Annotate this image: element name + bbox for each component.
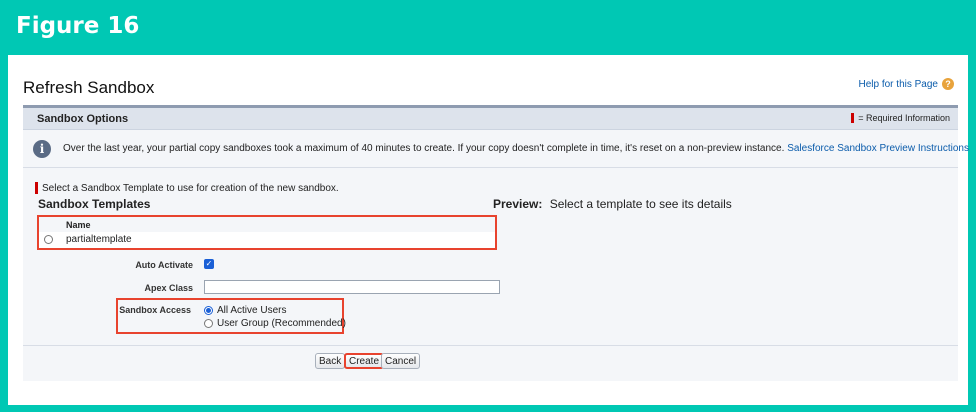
page-title: Refresh Sandbox: [23, 78, 155, 97]
template-instruction: Select a Sandbox Template to use for cre…: [35, 182, 339, 194]
section-header: Sandbox Options = Required Information: [23, 108, 958, 130]
preview: Preview: Select a template to see its de…: [493, 197, 732, 211]
required-marker-icon: [35, 182, 38, 194]
column-header-name: Name: [39, 217, 495, 232]
sandbox-panel: Refresh Sandbox Help for this Page ? San…: [8, 55, 969, 405]
preview-text: Select a template to see its details: [549, 197, 732, 211]
form-body: Select a Sandbox Template to use for cre…: [23, 168, 958, 381]
radio-selected-icon[interactable]: [204, 306, 213, 315]
access-option-all-users[interactable]: All Active Users: [204, 305, 286, 316]
figure-title: Figure 16: [16, 13, 140, 39]
preview-instructions-link[interactable]: Salesforce Sandbox Preview Instructions: [787, 143, 969, 154]
question-icon: ?: [942, 78, 954, 90]
template-name: partialtemplate: [66, 234, 132, 245]
info-message: Over the last year, your partial copy sa…: [63, 143, 785, 154]
info-icon: i: [33, 140, 51, 158]
radio-icon[interactable]: [204, 319, 213, 328]
section-title: Sandbox Options: [37, 113, 129, 125]
preview-label: Preview:: [493, 197, 543, 211]
info-banner: i Over the last year, your partial copy …: [23, 130, 969, 168]
button-bar: Back Create Cancel: [23, 345, 958, 369]
table-row[interactable]: partialtemplate: [39, 232, 495, 248]
templates-table: Name partialtemplate: [37, 215, 497, 250]
template-radio[interactable]: [44, 235, 53, 244]
help-link-label: Help for this Page: [858, 78, 939, 90]
apex-class-input[interactable]: [204, 280, 500, 294]
auto-activate-checkbox[interactable]: ✓: [204, 259, 214, 269]
help-link[interactable]: Help for this Page ?: [858, 78, 954, 90]
sandbox-options-section: Sandbox Options = Required Information i…: [23, 105, 969, 381]
required-marker-icon: [851, 113, 855, 123]
info-text: Over the last year, your partial copy sa…: [63, 143, 969, 154]
templates-title: Sandbox Templates: [38, 197, 151, 211]
required-info-label: = Required Information: [858, 113, 950, 123]
auto-activate-label: Auto Activate: [135, 260, 193, 270]
access-option-label: User Group (Recommended): [217, 318, 346, 329]
sandbox-access-label: Sandbox Access: [119, 305, 191, 315]
access-option-label: All Active Users: [217, 305, 287, 316]
required-info: = Required Information: [851, 113, 950, 123]
create-button[interactable]: Create: [344, 353, 385, 369]
access-option-user-group[interactable]: User Group (Recommended): [204, 318, 346, 329]
back-button[interactable]: Back: [315, 353, 346, 369]
instruction-text: Select a Sandbox Template to use for cre…: [42, 182, 339, 194]
cancel-button[interactable]: Cancel: [381, 353, 421, 369]
apex-class-label: Apex Class: [144, 283, 193, 293]
